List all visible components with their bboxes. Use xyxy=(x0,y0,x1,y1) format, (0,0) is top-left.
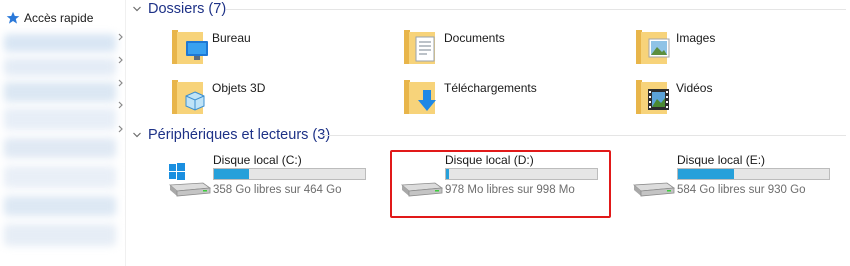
chevron-down-icon[interactable] xyxy=(132,130,142,140)
drive-free-space: 358 Go libres sur 464 Go xyxy=(213,184,342,196)
star-icon xyxy=(6,11,20,24)
drive-usage-fill xyxy=(678,169,734,179)
drive-free-space: 584 Go libres sur 930 Go xyxy=(677,184,806,196)
quick-access-label: Accès rapide xyxy=(24,11,94,25)
chevron-right-icon[interactable] xyxy=(118,56,124,64)
folder-label: Documents xyxy=(444,31,505,45)
windows-drive-icon xyxy=(168,163,211,197)
blurred-nav-item xyxy=(4,82,116,102)
folders-group-header[interactable]: Dossiers (7) xyxy=(132,0,226,18)
chevron-right-icon[interactable] xyxy=(118,101,124,109)
drive-usage-fill xyxy=(214,169,249,179)
blurred-nav-item xyxy=(4,224,116,246)
pictures-folder-icon xyxy=(636,30,670,64)
folder-item-videos[interactable]: Vidéos xyxy=(634,78,844,124)
drive-item-e[interactable]: Disque local (E:) 584 Go libres sur 930 … xyxy=(631,153,850,199)
blurred-nav-item xyxy=(4,196,116,216)
devices-group-header[interactable]: Périphériques et lecteurs (3) xyxy=(132,126,330,144)
drive-name: Disque local (C:) xyxy=(213,153,302,167)
folder-label: Objets 3D xyxy=(212,81,266,95)
folder-item-documents[interactable]: Documents xyxy=(402,28,612,74)
folder-label: Vidéos xyxy=(676,81,713,95)
chevron-right-icon[interactable] xyxy=(118,33,124,41)
devices-group-title: Périphériques et lecteurs (3) xyxy=(148,127,331,143)
hard-drive-icon xyxy=(632,182,675,197)
desktop-folder-icon xyxy=(172,30,208,64)
folder-label: Images xyxy=(676,31,716,45)
blurred-nav-item xyxy=(4,58,116,76)
chevron-down-icon[interactable] xyxy=(132,4,142,14)
devices-group-divider xyxy=(322,135,846,136)
chevron-right-icon[interactable] xyxy=(118,79,124,87)
drive-name: Disque local (E:) xyxy=(677,153,766,167)
folder-label: Bureau xyxy=(212,31,251,45)
folder-item-bureau[interactable]: Bureau xyxy=(170,28,380,74)
folder-label: Téléchargements xyxy=(444,81,537,95)
blurred-nav-item xyxy=(4,108,116,130)
folders-group-title: Dossiers (7) xyxy=(148,1,227,17)
quick-access-item[interactable]: Accès rapide xyxy=(6,10,93,26)
3d-objects-folder-icon xyxy=(172,80,205,114)
blurred-nav-item xyxy=(4,138,116,158)
blurred-nav-item xyxy=(4,166,116,188)
highlight-box xyxy=(390,150,611,218)
navigation-pane: Accès rapide xyxy=(0,0,126,266)
folder-item-images[interactable]: Images xyxy=(634,28,844,74)
folder-item-telechargements[interactable]: Téléchargements xyxy=(402,78,612,124)
folder-item-objets-3d[interactable]: Objets 3D xyxy=(170,78,380,124)
downloads-folder-icon xyxy=(404,80,436,114)
folders-group-divider xyxy=(226,9,846,10)
documents-folder-icon xyxy=(404,30,435,64)
drive-item-c[interactable]: Disque local (C:) 358 Go libres sur 464 … xyxy=(167,153,397,199)
chevron-right-icon[interactable] xyxy=(118,125,124,133)
blurred-nav-item xyxy=(4,34,116,52)
drive-usage-bar xyxy=(213,168,366,180)
drive-usage-bar xyxy=(677,168,830,180)
videos-folder-icon xyxy=(636,80,669,114)
